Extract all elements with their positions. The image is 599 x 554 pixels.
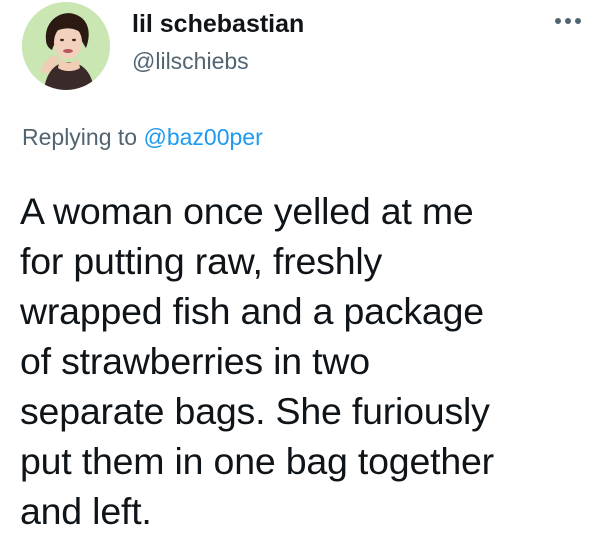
tweet-text-line: separate bags. She furiously	[20, 390, 490, 432]
tweet-text-line: and left.	[20, 490, 152, 532]
more-horizontal-icon-dot-2	[565, 18, 571, 24]
replying-to-label: Replying to	[22, 124, 138, 150]
more-horizontal-icon	[555, 18, 561, 24]
tweet-text-line: A woman once yelled at me	[20, 190, 474, 232]
reply-mention-link[interactable]: @baz00per	[143, 124, 262, 150]
tweet: lil schebastian @lilschiebs Replying to …	[0, 0, 599, 554]
author-display-name[interactable]: lil schebastian	[132, 10, 304, 39]
avatar-image	[22, 2, 110, 90]
more-options-button[interactable]	[548, 6, 588, 36]
tweet-text-line: put them in one bag together	[20, 440, 494, 482]
tweet-text-line: of strawberries in two	[20, 340, 370, 382]
tweet-text-line: for putting raw, freshly	[20, 240, 383, 282]
author-handle[interactable]: @lilschiebs	[132, 48, 249, 75]
author-avatar[interactable]	[22, 2, 110, 90]
replying-to: Replying to @baz00per	[22, 124, 263, 151]
tweet-text-line: wrapped fish and a package	[20, 290, 484, 332]
tweet-text: A woman once yelled at me for putting ra…	[20, 186, 595, 536]
more-horizontal-icon-dot-3	[575, 18, 581, 24]
